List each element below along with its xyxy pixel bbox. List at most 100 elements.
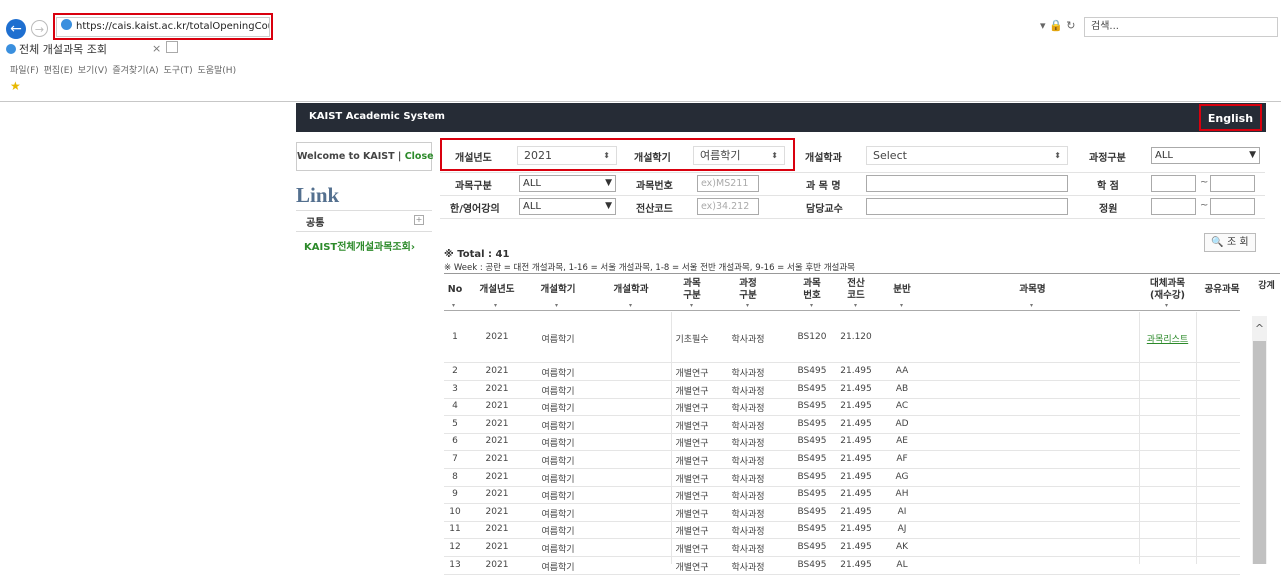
sort-arrow-icon[interactable]: ▾ bbox=[854, 302, 857, 309]
cell-course: BS495 bbox=[797, 471, 827, 482]
cell-year: 2021 bbox=[485, 506, 509, 517]
search-button[interactable]: 🔍 조 회 bbox=[1204, 233, 1256, 252]
capacity-min-input[interactable] bbox=[1151, 198, 1196, 215]
scroll-up-chevron-icon[interactable]: ^ bbox=[1252, 322, 1267, 335]
english-button[interactable]: English bbox=[1199, 104, 1262, 131]
cell-section: AC bbox=[895, 401, 909, 412]
url-highlight-box bbox=[53, 13, 273, 40]
filter-divider bbox=[440, 172, 1265, 173]
cell-section: AG bbox=[895, 471, 909, 482]
cell-term: 여름학기 bbox=[541, 492, 575, 503]
program-value: ALL bbox=[1155, 150, 1173, 161]
sort-arrow-icon[interactable]: ▾ bbox=[494, 302, 497, 309]
lang-select[interactable]: ALL ▼ bbox=[519, 198, 616, 215]
col-header-dept[interactable]: 개설학과 bbox=[593, 284, 669, 296]
col-header-term[interactable]: 개설학기 bbox=[526, 284, 590, 296]
col-code-label-1: 전산 bbox=[847, 278, 865, 289]
cell-year: 2021 bbox=[485, 401, 509, 412]
col-header-code[interactable]: 전산 코드 bbox=[840, 278, 872, 302]
col-course-label-1: 과목 bbox=[803, 278, 821, 289]
course-no-input[interactable]: ex)MS211 bbox=[697, 175, 759, 192]
cell-course: BS120 bbox=[797, 332, 827, 342]
col-header-no[interactable]: No bbox=[444, 284, 466, 296]
cell-course: BS495 bbox=[797, 542, 827, 552]
cell-program: 학사과정 bbox=[731, 386, 765, 397]
col-header-course-no[interactable]: 과목 번호 bbox=[796, 278, 828, 302]
cell-course: BS495 bbox=[797, 559, 827, 570]
kaist-course-search-link[interactable]: KAIST전체개설과목조회› bbox=[304, 238, 415, 253]
close-link[interactable]: Close bbox=[405, 151, 434, 162]
new-tab-button[interactable] bbox=[166, 41, 178, 53]
address-bar-controls[interactable]: ▾ 🔒 ↻ bbox=[1040, 19, 1075, 32]
sort-arrow-icon[interactable]: ▾ bbox=[555, 302, 558, 309]
col-header-extra[interactable]: 강계 bbox=[1252, 280, 1281, 304]
cell-term: 여름학기 bbox=[541, 545, 575, 555]
cell-type: 개별연구 bbox=[675, 457, 709, 467]
credit-min-input[interactable] bbox=[1151, 175, 1196, 192]
col-header-shared[interactable]: 공유과목 bbox=[1197, 284, 1247, 296]
expand-icon[interactable]: + bbox=[414, 215, 424, 225]
col-header-substitute[interactable]: 대체과목 (재수강) bbox=[1140, 278, 1195, 302]
sort-arrow-icon[interactable]: ▾ bbox=[746, 302, 749, 309]
col-header-program[interactable]: 과정 구분 bbox=[716, 278, 780, 302]
sort-arrow-icon[interactable]: ▾ bbox=[900, 302, 903, 309]
cell-section: AD bbox=[895, 418, 909, 429]
code-input[interactable]: ex)34.212 bbox=[697, 198, 759, 215]
col-term-label: 개설학기 bbox=[540, 284, 576, 295]
filter-divider bbox=[440, 218, 1265, 219]
cell-code: 21.495 bbox=[840, 401, 872, 412]
col-year-label: 개설년도 bbox=[479, 284, 515, 295]
cell-code: 21.495 bbox=[840, 542, 872, 552]
col-code-label-2: 코드 bbox=[847, 290, 865, 301]
prof-label: 담당교수 bbox=[806, 204, 843, 215]
cell-course: BS495 bbox=[797, 489, 827, 500]
col-header-year[interactable]: 개설년도 bbox=[470, 284, 524, 296]
col-header-section[interactable]: 분반 bbox=[884, 284, 920, 296]
welcome-sep: | bbox=[394, 151, 405, 162]
cell-no: 9 bbox=[452, 489, 458, 500]
prof-input[interactable] bbox=[866, 198, 1068, 215]
course-name-input[interactable] bbox=[866, 175, 1068, 192]
cell-type: 개별연구 bbox=[675, 562, 709, 573]
col-name-label: 과목명 bbox=[1019, 284, 1046, 295]
sort-arrow-icon[interactable]: ▾ bbox=[1165, 302, 1168, 309]
capacity-tilde: ~ bbox=[1200, 200, 1209, 211]
row-divider bbox=[444, 415, 1240, 417]
browser-tab[interactable]: 전체 개설과목 조회 bbox=[6, 41, 107, 57]
capacity-max-input[interactable] bbox=[1210, 198, 1255, 215]
favorites-star-icon[interactable]: ★ bbox=[10, 79, 21, 93]
cell-section: AA bbox=[895, 366, 909, 376]
cell-no: 11 bbox=[449, 524, 461, 535]
program-select[interactable]: ALL ▼ bbox=[1151, 147, 1260, 164]
sort-arrow-icon[interactable]: ▾ bbox=[810, 302, 813, 309]
cell-section: AB bbox=[895, 383, 909, 394]
sort-arrow-icon[interactable]: ▾ bbox=[1030, 302, 1033, 309]
cell-section: AI bbox=[897, 506, 907, 517]
ie-icon bbox=[6, 44, 16, 54]
col-sub-label-2: (재수강) bbox=[1150, 290, 1185, 301]
program-label: 과정구분 bbox=[1089, 153, 1126, 164]
scrollbar-thumb[interactable] bbox=[1253, 341, 1266, 564]
substitute-course-list-link[interactable]: 과목리스트 bbox=[1140, 332, 1195, 345]
table-top-border bbox=[444, 273, 1280, 274]
sort-arrow-icon[interactable]: ▾ bbox=[629, 302, 632, 309]
cell-no: 12 bbox=[449, 542, 461, 552]
col-header-name[interactable]: 과목명 bbox=[925, 284, 1140, 296]
cell-year: 2021 bbox=[485, 332, 509, 342]
sort-arrow-icon[interactable]: ▾ bbox=[690, 302, 693, 309]
browser-search-input[interactable]: 검색... bbox=[1084, 17, 1278, 37]
dept-select[interactable]: Select ⬍ bbox=[866, 146, 1068, 165]
forward-arrow-icon[interactable]: → bbox=[31, 20, 48, 37]
col-program-label-1: 과정 bbox=[739, 278, 757, 289]
back-arrow-icon[interactable]: ← bbox=[6, 19, 26, 39]
col-header-subject-type[interactable]: 과목 구분 bbox=[672, 278, 712, 302]
subject-type-value: ALL bbox=[523, 178, 541, 189]
credit-max-input[interactable] bbox=[1210, 175, 1255, 192]
cell-year: 2021 bbox=[485, 559, 509, 570]
subject-type-select[interactable]: ALL ▼ bbox=[519, 175, 616, 192]
cell-type: 개별연구 bbox=[675, 492, 709, 503]
sort-arrow-icon[interactable]: ▾ bbox=[452, 302, 455, 309]
tab-close-icon[interactable]: × bbox=[152, 42, 161, 55]
menu-bar[interactable]: 파일(F) 편집(E) 보기(V) 즐겨찾기(A) 도구(T) 도움말(H) bbox=[10, 63, 236, 76]
col-divider bbox=[1196, 312, 1197, 564]
